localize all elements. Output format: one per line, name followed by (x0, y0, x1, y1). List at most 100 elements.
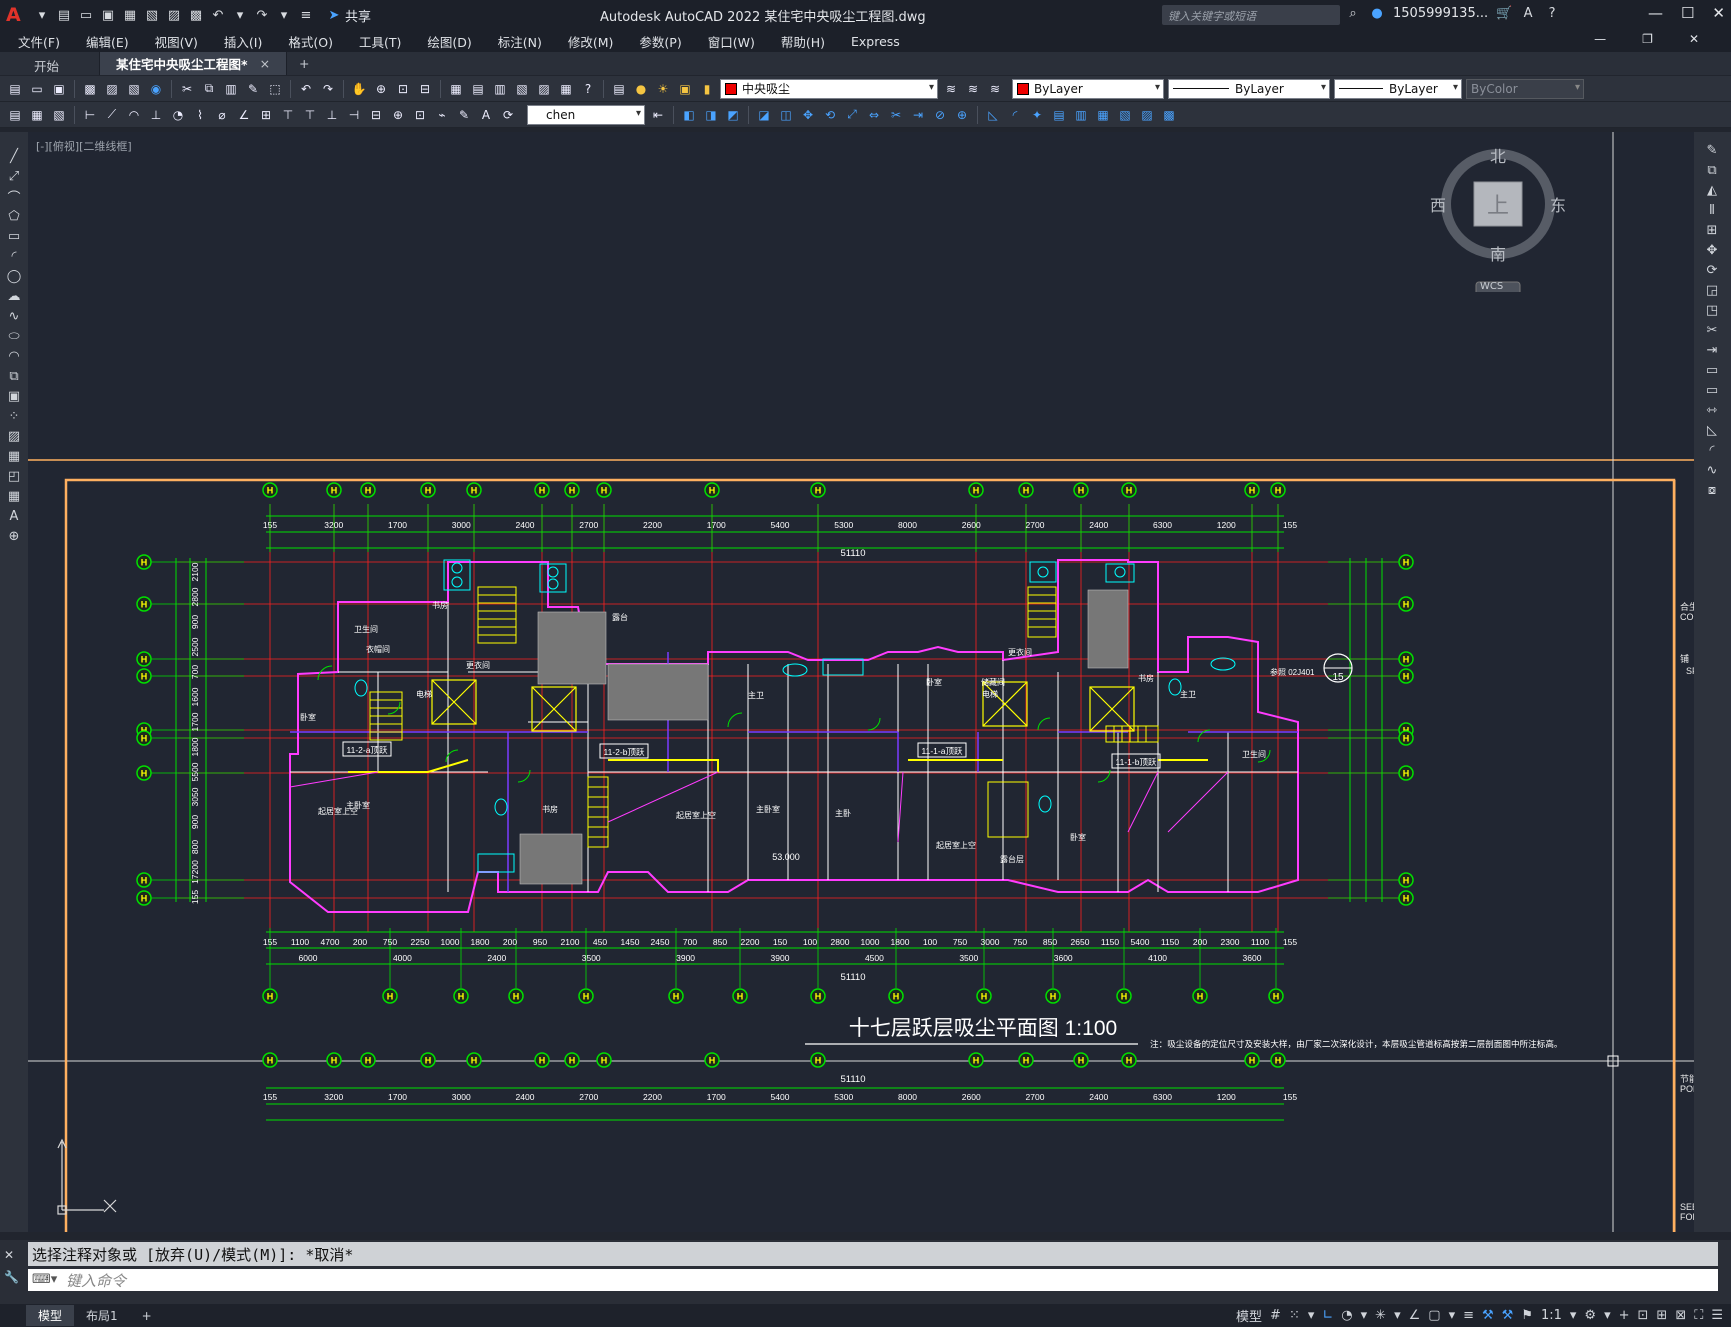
save-icon[interactable]: ▣ (50, 80, 68, 98)
join-icon[interactable]: ⊕ (953, 106, 971, 124)
menu-express[interactable]: Express (851, 34, 900, 49)
doc-close-icon[interactable]: ✕ (1689, 32, 1699, 46)
save-to-web-icon[interactable]: ▨ (166, 7, 182, 23)
ellipse-arc-icon[interactable]: ◠ (6, 348, 22, 364)
compass-south[interactable]: 南 (1490, 246, 1506, 264)
draworder-icon[interactable]: ▤ (1050, 106, 1068, 124)
sheet-set-icon[interactable]: ▧ (513, 80, 531, 98)
customize-icon[interactable]: ☰ (1711, 1308, 1723, 1323)
zoom-previous-icon[interactable]: ⊟ (416, 80, 434, 98)
redo-icon[interactable]: ↷ (254, 7, 270, 23)
paste-icon[interactable]: ▥ (222, 80, 240, 98)
menu-format[interactable]: 格式(O) (288, 32, 333, 51)
user-icon[interactable]: ● (1369, 5, 1385, 21)
object-snap-icon[interactable]: ▢ (1428, 1308, 1440, 1323)
dim-break-icon[interactable]: ⊣ (345, 106, 363, 124)
polyline-edit-icon[interactable]: ▦ (1094, 106, 1112, 124)
menu-edit[interactable]: 编辑(E) (86, 32, 129, 51)
save-icon[interactable]: ▣ (100, 7, 116, 23)
quick-dim-icon[interactable]: ⊞ (257, 106, 275, 124)
help-icon[interactable]: ? (1544, 5, 1560, 21)
spline-icon[interactable]: ∿ (6, 308, 22, 324)
new-tab-button[interactable]: + (287, 52, 321, 75)
multiline-text-icon[interactable]: A (6, 508, 22, 524)
layer-freeze-icon[interactable]: ☀ (654, 80, 672, 98)
array-icon[interactable]: ⊞ (1704, 222, 1720, 238)
customize-qat-icon[interactable]: ≡ (298, 7, 314, 23)
ellipse-icon[interactable]: ⬭ (6, 328, 22, 344)
arc-icon[interactable]: ◜ (6, 248, 22, 264)
dim-continue-icon[interactable]: ⊤ (301, 106, 319, 124)
maximize-icon[interactable]: ☐ (1681, 4, 1694, 22)
stretch-icon[interactable]: ◳ (1704, 302, 1720, 318)
fillet-icon[interactable]: ◜ (1006, 106, 1024, 124)
menu-draw[interactable]: 绘图(D) (427, 32, 471, 51)
grid-icon[interactable]: # (1270, 1308, 1281, 1323)
block-attribute-icon[interactable]: ▩ (1160, 106, 1178, 124)
compass-west[interactable]: 西 (1430, 198, 1446, 215)
command-settings-icon[interactable]: 🔧 (4, 1266, 19, 1288)
help-icon[interactable]: ? (579, 80, 597, 98)
line-icon[interactable]: ╱ (6, 148, 22, 164)
layer-previous-icon[interactable]: ≋ (964, 80, 982, 98)
stretch-icon[interactable]: ⇔ (865, 106, 883, 124)
menu-tools[interactable]: 工具(T) (359, 32, 401, 51)
plot-preview-icon[interactable]: ▨ (103, 80, 121, 98)
tab-close-icon[interactable]: × (260, 56, 270, 71)
redo-dropdown-icon[interactable]: ▾ (276, 7, 292, 23)
dim-ordinate-icon[interactable]: ⊥ (147, 106, 165, 124)
revision-cloud-icon[interactable]: ☁ (6, 288, 22, 304)
calculator-icon[interactable]: ▦ (557, 80, 575, 98)
linetype-dropdown[interactable]: ByLayer ▾ (1168, 78, 1330, 99)
snap-icon[interactable]: ⁙ (1289, 1308, 1300, 1323)
doc-minimize-icon[interactable]: — (1594, 32, 1606, 46)
lineweight-dropdown[interactable]: ByLayer ▾ (1334, 78, 1462, 99)
layer-properties-icon[interactable]: ▤ (610, 80, 628, 98)
offset-icon[interactable]: ⫴ (1704, 202, 1720, 218)
annotation-scale[interactable]: 1:1 (1541, 1308, 1562, 1323)
break-at-point-icon[interactable]: ▭ (1704, 362, 1720, 378)
object-snap-dropdown-icon[interactable]: ▾ (1449, 1308, 1456, 1323)
viewcube[interactable]: 上 北 南 东 西 WCS (1408, 142, 1588, 297)
construction-line-icon[interactable]: ⤢ (6, 168, 22, 184)
chamfer-icon[interactable]: ◺ (1704, 422, 1720, 438)
add-layout-button[interactable]: + (130, 1307, 164, 1325)
dim-style-icon[interactable]: ⇤ (649, 106, 667, 124)
undo-icon[interactable]: ↶ (210, 7, 226, 23)
new-file-icon[interactable]: ▤ (56, 7, 72, 23)
plot-icon[interactable]: ▩ (188, 7, 204, 23)
dim-radius-icon[interactable]: ◔ (169, 106, 187, 124)
quick-properties-icon[interactable]: ⊞ (1656, 1308, 1667, 1323)
rotate-icon[interactable]: ⟲ (821, 106, 839, 124)
dim-diameter-icon[interactable]: ⌀ (213, 106, 231, 124)
jogged-linear-icon[interactable]: ⌁ (433, 106, 451, 124)
scale-icon[interactable]: ⤢ (843, 106, 861, 124)
move-icon[interactable]: ✥ (1704, 242, 1720, 258)
spline-edit-icon[interactable]: ▧ (1116, 106, 1134, 124)
move-icon[interactable]: ✥ (799, 106, 817, 124)
annotation-visibility-icon[interactable]: ⚒ (1502, 1308, 1514, 1323)
model-space-label[interactable]: 模型 (1236, 1306, 1262, 1325)
block-editor-icon[interactable]: ⬚ (266, 80, 284, 98)
offset-icon[interactable]: ◪ (755, 106, 773, 124)
tool-palettes-icon[interactable]: ▥ (491, 80, 509, 98)
user-name[interactable]: 1505999135... (1393, 6, 1488, 21)
copy-object-icon[interactable]: ◨ (702, 106, 720, 124)
command-line-handle[interactable]: ✕ 🔧 (4, 1244, 19, 1288)
undo-dropdown-icon[interactable]: ▾ (232, 7, 248, 23)
search-icon[interactable]: ⌕ (1345, 5, 1361, 21)
open-from-web-icon[interactable]: ▧ (144, 7, 160, 23)
center-mark-icon[interactable]: ⊕ (389, 106, 407, 124)
properties-icon[interactable]: ▦ (447, 80, 465, 98)
mirror-icon[interactable]: ◩ (724, 106, 742, 124)
lineweight-icon[interactable]: ≡ (1463, 1308, 1474, 1323)
isodraft-dropdown-icon[interactable]: ▾ (1394, 1308, 1401, 1323)
leader-icon[interactable]: ▧ (50, 106, 68, 124)
menu-window[interactable]: 窗口(W) (708, 32, 755, 51)
zoom-realtime-icon[interactable]: ⊕ (372, 80, 390, 98)
dim-linear-icon[interactable]: ⊢ (81, 106, 99, 124)
menu-dimension[interactable]: 标注(N) (498, 32, 542, 51)
layer-viewport-icon[interactable]: ▣ (676, 80, 694, 98)
attribute-edit-icon[interactable]: ▨ (1138, 106, 1156, 124)
region-icon[interactable]: ◰ (6, 468, 22, 484)
